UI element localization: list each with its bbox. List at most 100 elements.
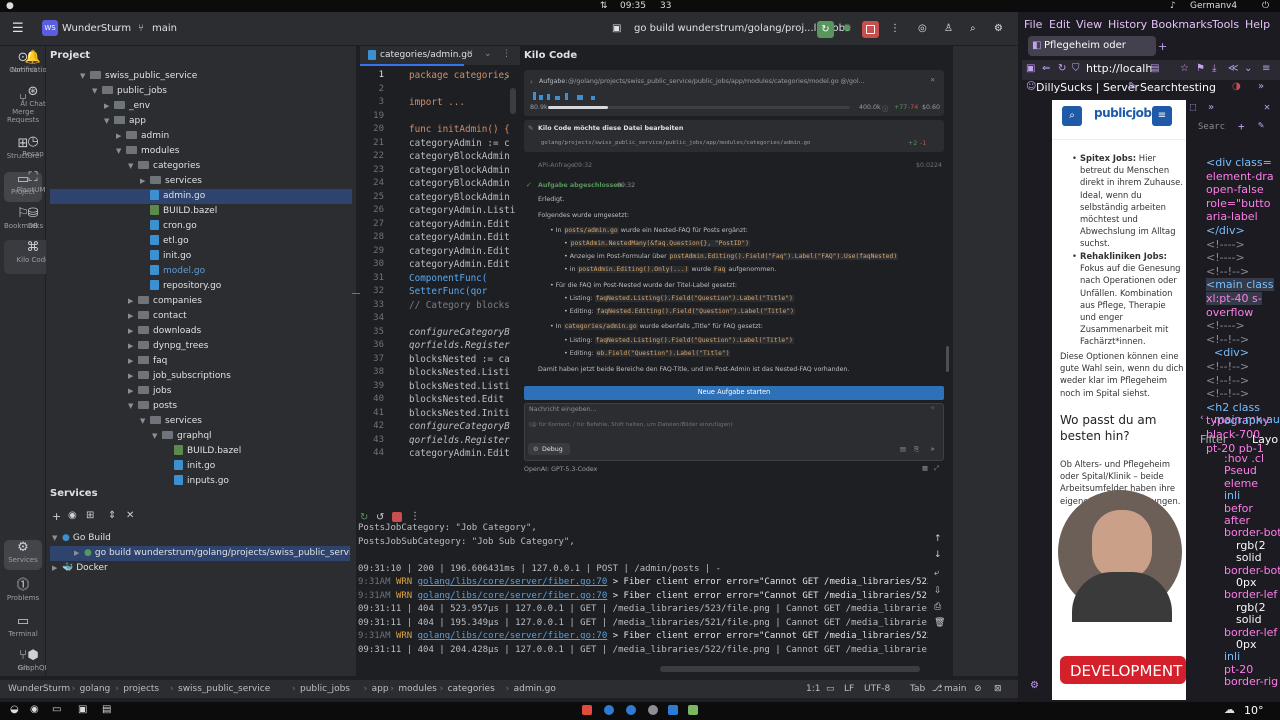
style-rule[interactable]: inli bbox=[1224, 489, 1240, 502]
style-rule[interactable]: befor bbox=[1224, 502, 1253, 515]
more-icon[interactable]: ⋮ bbox=[410, 511, 420, 522]
tab-admin-go[interactable]: categories/admin.go bbox=[380, 50, 473, 60]
chevron-icon[interactable]: ▶ bbox=[104, 99, 114, 114]
console-h-scrollbar[interactable] bbox=[660, 666, 920, 672]
app-icon-4[interactable] bbox=[648, 705, 658, 715]
send-icon[interactable]: ➤ bbox=[930, 446, 935, 453]
window-icon[interactable]: ▭ bbox=[52, 704, 61, 715]
code-line[interactable]: package categories bbox=[409, 70, 517, 81]
log-source-link[interactable]: golang/libs/core/server/fiber.go:70 bbox=[418, 591, 608, 601]
chevron-icon[interactable]: ▼ bbox=[128, 159, 138, 174]
mode-label[interactable]: Debug bbox=[542, 446, 563, 453]
info-icon[interactable]: ⓘ bbox=[882, 104, 888, 113]
main-menu-icon[interactable]: ☰ bbox=[12, 12, 24, 46]
style-rule[interactable]: after bbox=[1224, 514, 1250, 527]
tree-item[interactable]: ▶ companies bbox=[128, 294, 202, 309]
attach-image-icon[interactable]: ⎘ bbox=[914, 446, 919, 454]
add-node-icon[interactable]: + bbox=[1238, 120, 1245, 133]
chevron-icon[interactable]: ▶ bbox=[128, 354, 138, 369]
speaker-icon[interactable]: ♪ bbox=[1170, 0, 1176, 12]
dom-node[interactable]: <!--!--> bbox=[1206, 387, 1249, 400]
chevron-icon[interactable]: ▼ bbox=[116, 144, 126, 159]
chevron-icon[interactable]: ▼ bbox=[128, 399, 138, 414]
dom-node[interactable]: <h2 class bbox=[1206, 401, 1260, 414]
search-icon[interactable]: ⌕ bbox=[1062, 106, 1082, 126]
site-logo[interactable]: publicjobs bbox=[1094, 106, 1159, 120]
dom-node[interactable]: <div class= bbox=[1206, 156, 1272, 169]
menu-icon[interactable]: ≡ bbox=[1262, 63, 1270, 74]
chevron-down-icon[interactable]: ⌄ bbox=[114, 12, 121, 46]
code-line[interactable]: categoryAdmin.Edit bbox=[409, 448, 517, 459]
style-rule[interactable]: pt-20 bbox=[1224, 663, 1253, 676]
model-label[interactable]: OpenAI: GPT-5.3-Codex bbox=[524, 466, 597, 473]
scroll-down-icon[interactable]: ↓ bbox=[934, 550, 942, 560]
print-icon[interactable]: ⎙ bbox=[934, 602, 941, 612]
dom-node[interactable]: open-false bbox=[1206, 183, 1264, 196]
enhance-prompt-icon[interactable]: ✧ bbox=[930, 405, 935, 412]
power-icon[interactable]: ⏻ bbox=[1262, 0, 1269, 12]
style-rule[interactable]: solid bbox=[1236, 551, 1262, 564]
files-icon[interactable]: ▤ bbox=[102, 704, 111, 715]
code-line[interactable]: blocksNested.Edit bbox=[409, 394, 517, 405]
dom-node[interactable]: <!--!--> bbox=[1206, 265, 1249, 278]
cursor-position[interactable]: 1:1 bbox=[806, 680, 820, 698]
chevron-icon[interactable]: ▶ bbox=[128, 339, 138, 354]
breadcrumb-item[interactable]: WunderSturm bbox=[8, 680, 70, 698]
settings-gear-icon[interactable]: ⚙ bbox=[1030, 680, 1039, 691]
code-line[interactable]: categoryAdmin.Listi bbox=[409, 205, 517, 216]
url-bar[interactable]: http://localh bbox=[1086, 62, 1152, 75]
tree-item[interactable]: ▶ dynpg_trees bbox=[128, 339, 208, 354]
log-source-link[interactable]: golang/libs/core/server/fiber.go:70 bbox=[418, 577, 608, 587]
code-line[interactable]: configureCategoryB bbox=[409, 327, 517, 338]
inspection-ok-icon[interactable]: ✓ bbox=[503, 74, 510, 83]
dom-node[interactable]: role="butto bbox=[1206, 197, 1270, 210]
tree-item[interactable]: ▶ faq bbox=[128, 354, 167, 369]
code-line[interactable]: categoryBlockAdmin bbox=[409, 165, 517, 176]
chevron-icon[interactable]: ▶ bbox=[128, 309, 138, 324]
dom-node[interactable]: <!----> bbox=[1206, 251, 1245, 264]
dom-node[interactable]: <!--!--> bbox=[1206, 360, 1249, 373]
browser-menu-view[interactable]: View bbox=[1076, 18, 1102, 31]
tool-terminal[interactable]: ▭ Terminal bbox=[4, 614, 42, 644]
tree-item[interactable]: ▶ _env bbox=[104, 99, 150, 114]
tree-item[interactable]: ▼ app bbox=[104, 114, 146, 129]
tree-item[interactable]: ▶ admin bbox=[116, 129, 169, 144]
chevron-icon[interactable]: ▶ bbox=[128, 324, 138, 339]
menu-icon[interactable]: ≡ bbox=[1152, 106, 1172, 126]
dom-breadcrumb[interactable]: main.mx-auto bbox=[1214, 413, 1280, 426]
terminal-icon[interactable]: ▣ bbox=[78, 704, 87, 715]
reload-icon[interactable]: ↻ bbox=[1058, 63, 1066, 74]
browser-menu-bookmarks[interactable]: Bookmarks bbox=[1151, 18, 1212, 31]
app-icon-2[interactable] bbox=[604, 705, 614, 715]
tree-item[interactable]: init.go bbox=[164, 459, 215, 474]
pick-element-icon[interactable]: ⬚ bbox=[1190, 102, 1196, 113]
new-tab-icon[interactable]: + bbox=[1158, 40, 1167, 53]
back-icon[interactable]: ⇐ bbox=[1042, 63, 1050, 74]
tree-item[interactable]: ▼ categories bbox=[128, 159, 200, 174]
dom-node[interactable]: </div> bbox=[1206, 224, 1245, 237]
tree-item[interactable]: init.go bbox=[140, 249, 191, 264]
overflow-icon[interactable]: » bbox=[1258, 81, 1264, 92]
tree-item[interactable]: ▶ job_subscriptions bbox=[128, 369, 231, 384]
trash-icon[interactable]: 🗑 bbox=[934, 618, 945, 628]
bookmark-1[interactable]: DillySucks | Server bbox=[1036, 81, 1139, 94]
rerun-icon[interactable]: ↻ bbox=[360, 512, 368, 523]
search-icon[interactable]: ⌕ bbox=[970, 12, 976, 46]
breadcrumb-arrow-icon[interactable]: ‹ bbox=[1200, 413, 1204, 423]
tree-item[interactable]: ▼ public_jobs bbox=[92, 84, 167, 99]
rerun-icon[interactable]: ↻ bbox=[817, 21, 834, 38]
tree-item[interactable]: ▼ modules bbox=[116, 144, 179, 159]
app-icon-5[interactable] bbox=[668, 705, 678, 715]
code-line[interactable]: configureCategoryB bbox=[409, 421, 517, 432]
browser-menu-help[interactable]: Help bbox=[1245, 18, 1270, 31]
tree-item[interactable]: BUILD.bazel bbox=[164, 444, 241, 459]
tree-item[interactable]: admin.go bbox=[50, 189, 352, 204]
debug-icon[interactable]: ✹ bbox=[842, 21, 852, 35]
breadcrumb-item[interactable]: golang bbox=[80, 680, 111, 698]
kilo-scrollbar[interactable] bbox=[946, 346, 949, 372]
chevron-icon[interactable]: ▼ bbox=[92, 84, 102, 99]
code-line[interactable]: blocksNested.Initi bbox=[409, 408, 517, 419]
style-rule[interactable]: rgb(2 bbox=[1236, 601, 1266, 614]
breadcrumb-item[interactable]: public_jobs bbox=[300, 680, 350, 698]
style-rule[interactable]: border-lef bbox=[1224, 626, 1277, 639]
